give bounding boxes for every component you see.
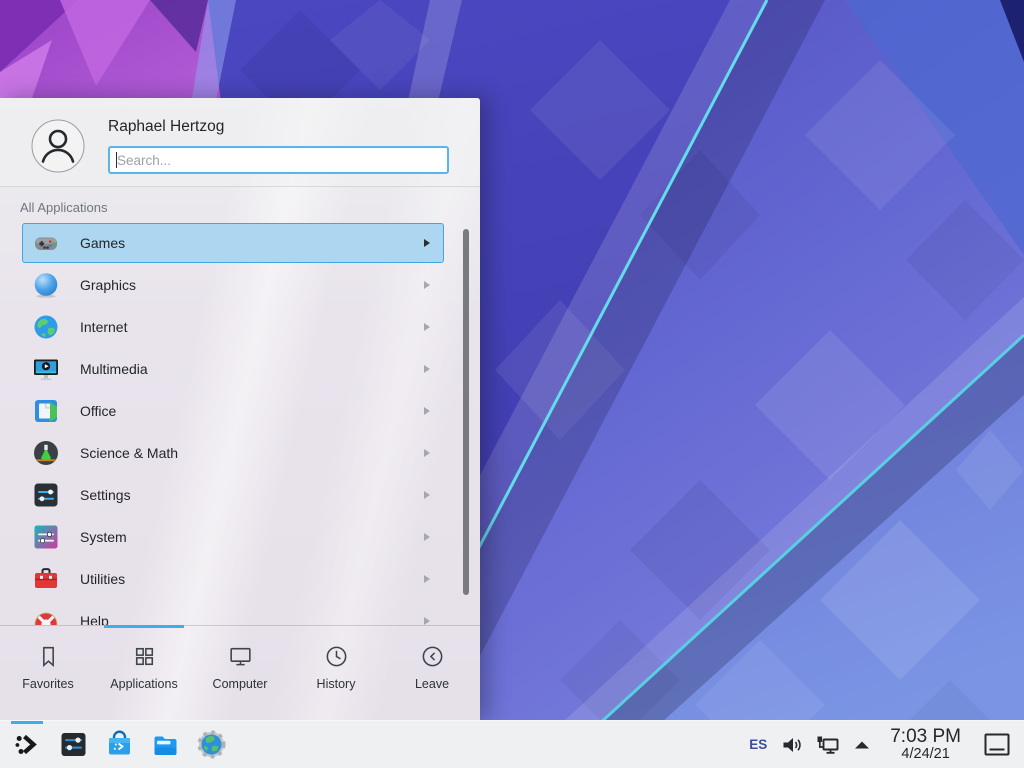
office-icon (32, 397, 60, 425)
settings-icon (32, 481, 60, 509)
scrollbar-thumb[interactable] (463, 229, 469, 595)
history-icon (323, 643, 350, 670)
digital-clock[interactable]: 7:03 PM 4/24/21 (890, 727, 961, 762)
applications-icon (131, 643, 158, 670)
clock-date: 4/24/21 (890, 747, 961, 762)
submenu-arrow-icon (424, 617, 430, 625)
menu-item-utilities[interactable]: Utilities (22, 559, 444, 599)
app-launcher-icon (12, 729, 43, 760)
submenu-arrow-icon (424, 407, 430, 415)
system-tray: ES 7:03 PM 4/24/21 (746, 727, 1016, 762)
submenu-arrow-icon (424, 575, 430, 583)
tab-applications[interactable]: Applications (96, 626, 192, 720)
file-manager-button[interactable] (142, 721, 188, 768)
volume-button[interactable] (779, 732, 805, 758)
help-icon (32, 607, 60, 625)
multimedia-icon (32, 355, 60, 383)
menu-item-help[interactable]: Help (22, 601, 444, 625)
system-settings-icon (58, 729, 89, 760)
leave-icon (419, 643, 446, 670)
file-manager-icon (150, 729, 181, 760)
web-browser-button[interactable] (188, 721, 234, 768)
submenu-arrow-icon (424, 323, 430, 331)
network-button[interactable] (814, 732, 840, 758)
submenu-arrow-icon (424, 239, 430, 247)
submenu-arrow-icon (424, 365, 430, 373)
menu-item-office[interactable]: Office (22, 391, 444, 431)
keyboard-layout-indicator[interactable]: ES (746, 737, 770, 752)
system-settings-button[interactable] (50, 721, 96, 768)
graphics-icon (32, 271, 60, 299)
launcher-tab-bar: Favorites Applications Computer Histor (0, 625, 480, 720)
favorites-icon (35, 643, 62, 670)
games-icon (32, 229, 60, 257)
web-browser-icon (196, 729, 227, 760)
expand-tray-icon (850, 733, 874, 757)
submenu-arrow-icon (424, 449, 430, 457)
internet-icon (32, 313, 60, 341)
menu-item-multimedia[interactable]: Multimedia (22, 349, 444, 389)
volume-icon (780, 733, 804, 757)
submenu-arrow-icon (424, 491, 430, 499)
tab-history[interactable]: History (288, 626, 384, 720)
tab-leave[interactable]: Leave (384, 626, 480, 720)
tab-favorites[interactable]: Favorites (0, 626, 96, 720)
software-center-button[interactable] (96, 721, 142, 768)
software-center-icon (104, 729, 135, 760)
menu-item-settings[interactable]: Settings (22, 475, 444, 515)
application-category-list: Games Graphics (0, 222, 480, 625)
search-box (108, 146, 449, 174)
menu-item-games[interactable]: Games (22, 223, 444, 263)
menu-item-system[interactable]: System (22, 517, 444, 557)
user-avatar-icon (31, 119, 85, 173)
section-label: All Applications (20, 200, 107, 215)
submenu-arrow-icon (424, 533, 430, 541)
show-desktop-icon (983, 732, 1011, 758)
menu-item-science-math[interactable]: Science & Math (22, 433, 444, 473)
taskbar: ES 7:03 PM 4/24/21 (0, 720, 1024, 768)
system-icon (32, 523, 60, 551)
utilities-icon (32, 565, 60, 593)
menu-item-graphics[interactable]: Graphics (22, 265, 444, 305)
network-icon (815, 733, 839, 757)
expand-tray-button[interactable] (849, 732, 875, 758)
submenu-arrow-icon (424, 281, 430, 289)
app-launcher-button[interactable] (4, 721, 50, 768)
user-name: Raphael Hertzog (108, 118, 224, 136)
clock-time: 7:03 PM (890, 727, 961, 747)
computer-icon (227, 643, 254, 670)
menu-item-internet[interactable]: Internet (22, 307, 444, 347)
launcher-header: Raphael Hertzog (0, 98, 480, 187)
show-desktop-button[interactable] (980, 728, 1014, 762)
science-math-icon (32, 439, 60, 467)
application-launcher-menu: Raphael Hertzog All Applications G (0, 98, 480, 720)
search-input[interactable] (110, 148, 447, 172)
tab-computer[interactable]: Computer (192, 626, 288, 720)
